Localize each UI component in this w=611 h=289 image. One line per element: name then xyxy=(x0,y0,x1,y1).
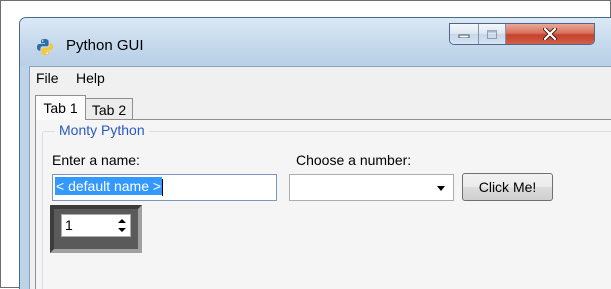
name-label: Enter a name: xyxy=(52,152,140,168)
client-area: Tab 1 Tab 2 Monty Python Enter a name: C… xyxy=(29,90,611,289)
maximize-button[interactable] xyxy=(478,24,507,44)
tab-2[interactable]: Tab 2 xyxy=(85,98,133,120)
number-label: Choose a number: xyxy=(296,152,412,168)
close-button[interactable] xyxy=(506,24,594,44)
number-spinbox[interactable]: 1 xyxy=(61,214,131,237)
arrow-up-icon xyxy=(117,219,126,224)
spin-up-button[interactable] xyxy=(115,217,128,226)
window-title: Python GUI xyxy=(66,37,144,54)
python-icon xyxy=(37,39,53,55)
name-input[interactable]: < default name > xyxy=(52,174,277,201)
menu-file[interactable]: File xyxy=(36,70,59,86)
spinbox-frame: 1 xyxy=(50,205,142,253)
arrow-down-icon xyxy=(117,227,126,232)
tab-1[interactable]: Tab 1 xyxy=(35,95,86,120)
maximize-icon xyxy=(486,29,497,39)
monty-python-group: Monty Python Enter a name: Choose a numb… xyxy=(42,122,611,289)
number-combobox[interactable] xyxy=(289,174,454,201)
spin-down-button[interactable] xyxy=(115,226,128,235)
minimize-button[interactable] xyxy=(450,24,479,44)
window-controls xyxy=(449,23,595,45)
menu-help[interactable]: Help xyxy=(76,70,105,86)
menu-bar: File Help xyxy=(29,66,611,90)
text-caret xyxy=(162,178,164,196)
minimize-icon xyxy=(458,34,470,38)
title-bar[interactable]: Python GUI xyxy=(20,18,611,65)
app-window: Python GUI File Help Tab 1 Tab 2 Monty P… xyxy=(19,17,611,289)
tab-panel: Monty Python Enter a name: Choose a numb… xyxy=(35,119,611,289)
close-icon xyxy=(543,28,558,40)
spinbox-value: 1 xyxy=(65,217,73,233)
spin-buttons xyxy=(115,217,128,234)
chevron-down-icon[interactable] xyxy=(437,186,445,191)
name-input-value: < default name > xyxy=(55,177,163,195)
group-title: Monty Python xyxy=(55,122,149,138)
click-me-button[interactable]: Click Me! xyxy=(462,173,553,201)
